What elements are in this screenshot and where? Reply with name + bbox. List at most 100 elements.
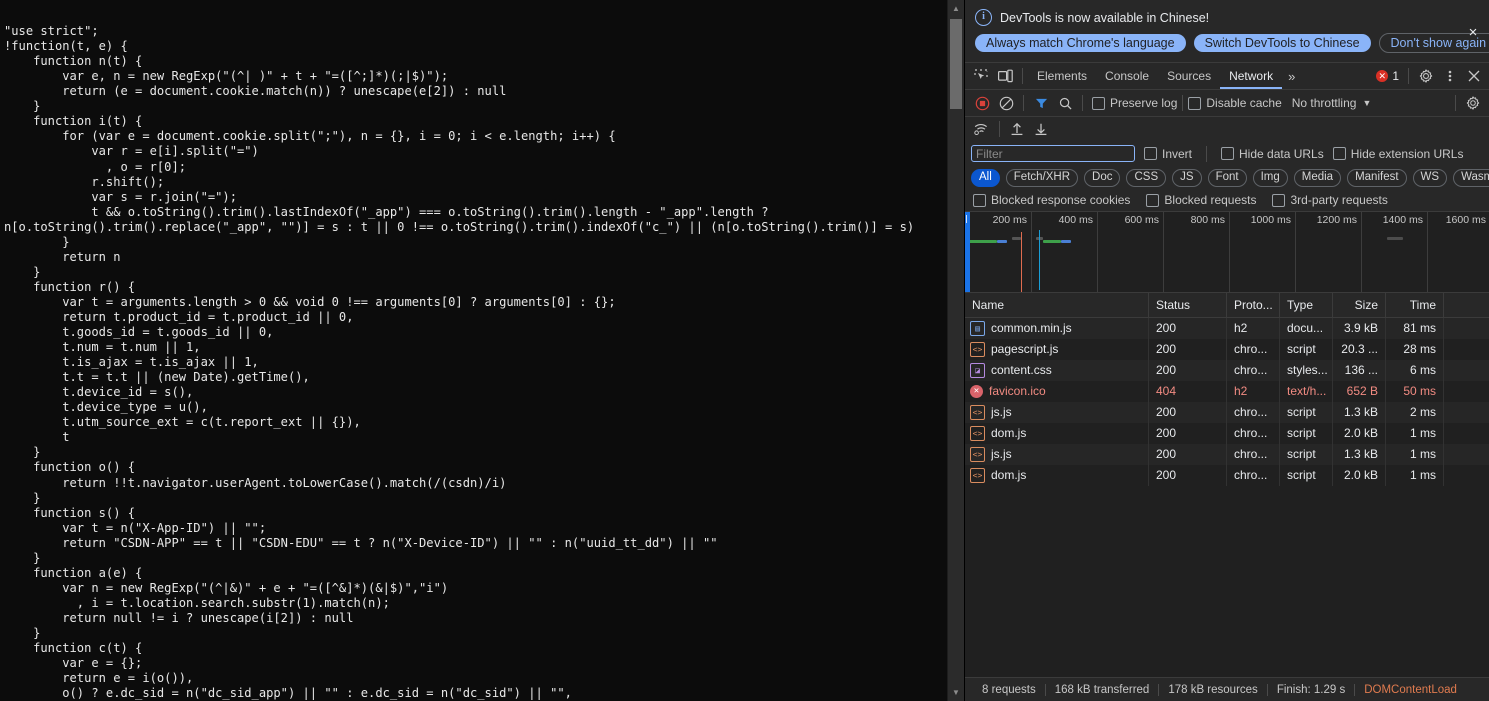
third-party-requests-box	[1272, 193, 1286, 207]
filter-input[interactable]	[971, 145, 1135, 162]
more-vertical-icon[interactable]	[1438, 64, 1462, 88]
network-settings-gear-icon[interactable]	[1461, 91, 1485, 115]
throttling-caret-icon[interactable]: ▼	[1356, 98, 1377, 108]
inspect-element-icon[interactable]	[969, 64, 993, 88]
always-match-language-button[interactable]: Always match Chrome's language	[975, 34, 1186, 52]
request-name-cell[interactable]: ◪ content.css	[965, 360, 1149, 381]
disable-cache-checkbox[interactable]: Disable cache	[1188, 96, 1282, 110]
pill-fetch-xhr[interactable]: Fetch/XHR	[1005, 168, 1079, 187]
blocked-options-row: Blocked response cookies Blocked request…	[965, 189, 1489, 212]
clear-icon[interactable]	[994, 91, 1018, 115]
request-time: 1 ms	[1386, 423, 1444, 444]
export-har-icon[interactable]	[1029, 117, 1053, 141]
network-conditions-icon[interactable]	[970, 117, 994, 141]
invert-checkbox[interactable]: Invert	[1144, 147, 1192, 161]
blocked-response-cookies-checkbox[interactable]: Blocked response cookies	[973, 193, 1130, 207]
table-row[interactable]: ◪ content.css 200 chro... styles... 136 …	[965, 360, 1489, 381]
table-row[interactable]: ✕ favicon.ico 404 h2 text/h... 652 B 50 …	[965, 381, 1489, 402]
column-header-type[interactable]: Type	[1280, 293, 1333, 317]
request-type: docu...	[1280, 318, 1333, 339]
throttling-select[interactable]: No throttling	[1292, 96, 1357, 110]
pill-all[interactable]: All	[971, 168, 1000, 187]
pill-manifest[interactable]: Manifest	[1347, 168, 1407, 187]
tab-network[interactable]: Network	[1220, 63, 1283, 89]
pill-media[interactable]: Media	[1293, 168, 1342, 187]
column-header-size[interactable]: Size	[1333, 293, 1386, 317]
request-time: 1 ms	[1386, 465, 1444, 486]
record-stop-icon[interactable]	[970, 91, 994, 115]
close-icon[interactable]	[1462, 64, 1486, 88]
column-header-time[interactable]: Time	[1386, 293, 1444, 317]
error-count-badge[interactable]: ✕ 1	[1372, 69, 1403, 83]
request-name-cell[interactable]: <> dom.js	[965, 423, 1149, 444]
request-type: text/h...	[1280, 381, 1333, 402]
table-row[interactable]: <> dom.js 200 chro... script 2.0 kB 1 ms	[965, 465, 1489, 486]
network-status-bar: 8 requests 168 kB transferred 178 kB res…	[965, 677, 1489, 701]
request-waterfall	[1444, 339, 1489, 360]
banner-close-icon[interactable]: ×	[1464, 24, 1482, 42]
table-row[interactable]: <> dom.js 200 chro... script 2.0 kB 1 ms	[965, 423, 1489, 444]
search-icon[interactable]	[1053, 91, 1077, 115]
import-har-icon[interactable]	[1005, 117, 1029, 141]
status-requests: 8 requests	[982, 683, 1036, 696]
request-name-cell[interactable]: ✕ favicon.ico	[965, 381, 1149, 402]
script-file-icon: <>	[970, 426, 985, 441]
overview-tick-label: 1000 ms	[1250, 214, 1291, 226]
overview-selection-handle-left[interactable]	[965, 212, 970, 292]
status-resources: 178 kB resources	[1168, 683, 1258, 696]
tab-console[interactable]: Console	[1096, 63, 1158, 89]
pill-js[interactable]: JS	[1172, 168, 1202, 187]
column-header-waterfall[interactable]	[1444, 293, 1489, 317]
table-row[interactable]: <> js.js 200 chro... script 1.3 kB 1 ms	[965, 444, 1489, 465]
pill-img[interactable]: Img	[1252, 168, 1288, 187]
pill-ws[interactable]: WS	[1412, 168, 1448, 187]
request-name-cell[interactable]: <> js.js	[965, 444, 1149, 465]
request-name: pagescript.js	[991, 342, 1059, 356]
request-protocol: chro...	[1227, 444, 1280, 465]
preserve-log-label: Preserve log	[1110, 96, 1178, 110]
scrollbar-thumb[interactable]	[950, 19, 962, 109]
request-name-cell[interactable]: ▤ common.min.js	[965, 318, 1149, 339]
third-party-requests-checkbox[interactable]: 3rd-party requests	[1272, 193, 1388, 207]
request-name-cell[interactable]: <> js.js	[965, 402, 1149, 423]
request-name-cell[interactable]: <> pagescript.js	[965, 339, 1149, 360]
table-row[interactable]: <> js.js 200 chro... script 1.3 kB 2 ms	[965, 402, 1489, 423]
overview-tick-label: 200 ms	[992, 214, 1027, 226]
more-tabs-icon[interactable]: »	[1282, 69, 1301, 84]
preserve-log-checkbox[interactable]: Preserve log	[1092, 96, 1177, 110]
column-header-protocol[interactable]: Proto...	[1227, 293, 1280, 317]
requests-table: Name Status Proto... Type Size Time ▤ co…	[965, 293, 1489, 677]
script-file-icon: <>	[970, 447, 985, 462]
request-name-cell[interactable]: <> dom.js	[965, 465, 1149, 486]
funnel-icon[interactable]	[1029, 91, 1053, 115]
pill-doc[interactable]: Doc	[1084, 168, 1121, 187]
column-header-status[interactable]: Status	[1149, 293, 1227, 317]
network-overview-timeline[interactable]: 200 ms 400 ms 600 ms 800 ms 1000 ms 1200…	[965, 212, 1489, 293]
hide-extension-urls-checkbox[interactable]: Hide extension URLs	[1332, 147, 1463, 161]
preserve-log-box	[1092, 96, 1105, 110]
tab-elements[interactable]: Elements	[1028, 63, 1096, 89]
third-party-requests-label: 3rd-party requests	[1290, 193, 1388, 207]
pill-css[interactable]: CSS	[1126, 168, 1167, 187]
tab-sources[interactable]: Sources	[1158, 63, 1220, 89]
page-vertical-scrollbar[interactable]: ▲ ▼	[947, 0, 964, 701]
devtools-tabstrip: Elements Console Sources Network » ✕ 1	[965, 63, 1489, 90]
dom-content-loaded-line	[1039, 230, 1040, 290]
switch-to-chinese-button[interactable]: Switch DevTools to Chinese	[1193, 34, 1371, 52]
table-row[interactable]: ▤ common.min.js 200 h2 docu... 3.9 kB 81…	[965, 318, 1489, 339]
device-toolbar-icon[interactable]	[993, 64, 1017, 88]
request-protocol: h2	[1227, 381, 1280, 402]
pill-wasm[interactable]: Wasm	[1453, 168, 1489, 187]
column-header-name[interactable]: Name	[965, 293, 1149, 317]
gear-icon[interactable]	[1414, 64, 1438, 88]
request-status: 200	[1149, 444, 1227, 465]
toolbar-divider-3	[1182, 95, 1184, 111]
hide-data-urls-label: Hide data URLs	[1239, 146, 1324, 161]
scroll-up-arrow-icon[interactable]: ▲	[948, 0, 964, 17]
table-row[interactable]: <> pagescript.js 200 chro... script 20.3…	[965, 339, 1489, 360]
scroll-down-arrow-icon[interactable]: ▼	[948, 684, 964, 701]
blocked-requests-checkbox[interactable]: Blocked requests	[1146, 193, 1256, 207]
request-name: js.js	[991, 405, 1012, 419]
hide-data-urls-checkbox[interactable]: Hide data URLs	[1221, 147, 1324, 161]
pill-font[interactable]: Font	[1207, 168, 1247, 187]
